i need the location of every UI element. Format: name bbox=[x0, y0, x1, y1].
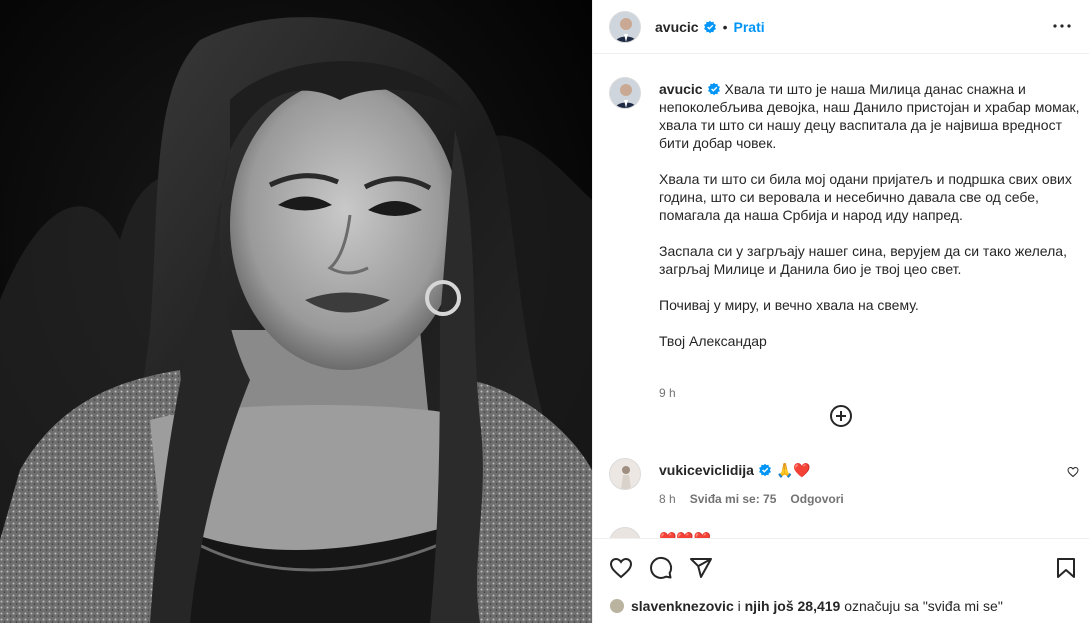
likes-suffix: označuju sa "sviđa mi se" bbox=[840, 598, 1003, 614]
likes-summary: slavenknezovic i njih još 28,419 označuj… bbox=[609, 598, 1003, 614]
post-header: avucic • Prati bbox=[593, 0, 1089, 54]
verified-badge-icon bbox=[759, 463, 771, 477]
post-side-panel: avucic • Prati avucic Хвала ти што је на… bbox=[592, 0, 1089, 623]
author-avatar[interactable] bbox=[609, 10, 641, 43]
reply-button[interactable]: Odgovori bbox=[790, 492, 843, 506]
comment-item: vukiceviclidija 🙏❤️ 8 h Sviđa mi se: 75 O… bbox=[609, 458, 1079, 518]
post-actions-bar bbox=[593, 538, 1089, 590]
bookmark-icon[interactable] bbox=[1054, 556, 1078, 580]
commenter-avatar[interactable] bbox=[609, 458, 641, 490]
caption-body: Хвала ти што је наша Милица данас снажна… bbox=[659, 81, 1080, 349]
more-options-icon[interactable] bbox=[1050, 14, 1074, 38]
liker-username[interactable]: slavenknezovic bbox=[631, 598, 734, 614]
commenter-avatar[interactable] bbox=[609, 527, 641, 538]
comment-item: ❤️❤️❤️ bbox=[609, 527, 1079, 538]
heart-icon[interactable] bbox=[609, 556, 633, 580]
comment-text: ❤️❤️❤️ bbox=[659, 531, 711, 538]
likes-connector: i bbox=[733, 598, 745, 614]
portrait-image bbox=[0, 0, 592, 623]
comment-text: 🙏❤️ bbox=[775, 462, 811, 478]
comment-meta: 8 h Sviđa mi se: 75 Odgovori bbox=[659, 492, 844, 506]
author-username[interactable]: avucic bbox=[655, 19, 699, 35]
liker-avatar[interactable] bbox=[609, 598, 625, 614]
follow-button[interactable]: Prati bbox=[734, 19, 765, 35]
share-icon[interactable] bbox=[689, 556, 713, 580]
add-circle-icon[interactable] bbox=[829, 404, 853, 428]
comment-author: vukiceviclidija 🙏❤️ bbox=[659, 462, 811, 479]
header-separator: • bbox=[722, 18, 728, 35]
verified-badge-icon bbox=[707, 82, 720, 96]
caption-timestamp[interactable]: 9 h bbox=[659, 386, 676, 400]
comment-icon[interactable] bbox=[649, 556, 673, 580]
caption-username[interactable]: avucic bbox=[659, 81, 703, 97]
post-photo[interactable] bbox=[0, 0, 592, 623]
comment-heart-icon[interactable] bbox=[1067, 466, 1079, 478]
comments-scroll-area[interactable]: avucic Хвала ти што је наша Милица данас… bbox=[593, 55, 1089, 538]
caption-text: avucic Хвала ти што је наша Милица данас… bbox=[659, 80, 1085, 350]
comment-likes[interactable]: Sviđa mi se: 75 bbox=[690, 492, 777, 506]
verified-badge-icon bbox=[703, 20, 716, 33]
caption-author-avatar[interactable] bbox=[609, 77, 641, 109]
comment-username[interactable]: vukiceviclidija bbox=[659, 462, 754, 478]
comment-time[interactable]: 8 h bbox=[659, 492, 676, 506]
likes-count-link[interactable]: njih još 28,419 bbox=[745, 598, 841, 614]
